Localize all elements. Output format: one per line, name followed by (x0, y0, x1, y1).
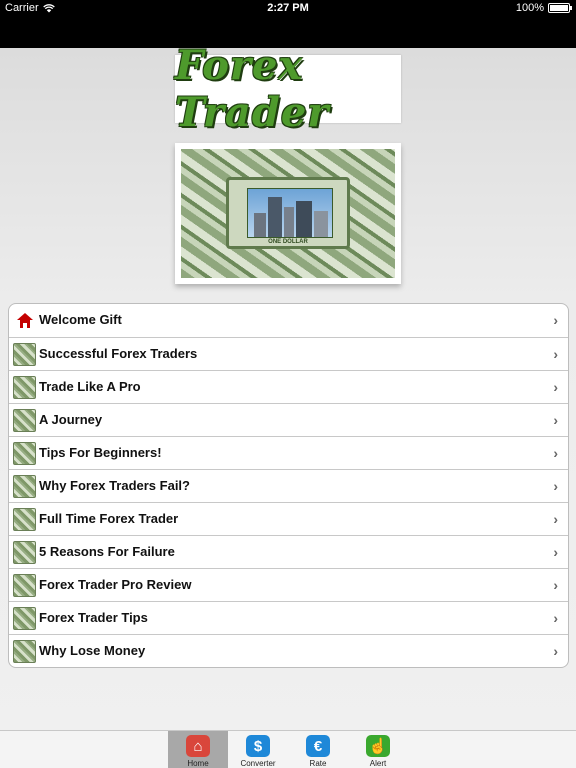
tab-bar: ⌂ Home $ Converter € Rate ☝ Alert (0, 730, 576, 768)
bill-caption: ONE DOLLAR (268, 239, 308, 245)
list-item-label: Welcome Gift (39, 312, 122, 327)
money-icon (13, 376, 36, 399)
menu-list: Welcome Gift › Successful Forex Traders › Tr… (8, 303, 569, 668)
money-icon (13, 607, 36, 630)
home-icon: ⌂ (186, 735, 210, 757)
chevron-right-icon: › (553, 379, 558, 395)
list-item[interactable]: A Journey › (9, 403, 568, 436)
chevron-right-icon: › (553, 511, 558, 527)
status-time: 2:27 PM (267, 2, 309, 14)
money-background: ONE DOLLAR (181, 149, 395, 278)
tab-label: Converter (240, 759, 276, 768)
chevron-right-icon: › (553, 412, 558, 428)
list-item[interactable]: Forex Trader Tips › (9, 601, 568, 634)
home-icon (13, 309, 36, 332)
list-item-label: Why Forex Traders Fail? (39, 478, 190, 493)
list-item-label: Forex Trader Pro Review (39, 577, 192, 592)
money-icon (13, 475, 36, 498)
list-item-label: Full Time Forex Trader (39, 511, 179, 526)
money-icon (13, 640, 36, 663)
list-item[interactable]: Successful Forex Traders › (9, 337, 568, 370)
list-item-label: Forex Trader Tips (39, 610, 148, 625)
battery-icon (548, 3, 572, 13)
city-skyline-image (247, 188, 333, 238)
tab-label: Rate (309, 759, 327, 768)
list-item-label: Tips For Beginners! (39, 445, 162, 460)
hand-pointer-icon: ☝ (366, 735, 390, 757)
list-item-label: Successful Forex Traders (39, 346, 198, 361)
list-item[interactable]: Why Lose Money › (9, 634, 568, 667)
money-icon (13, 343, 36, 366)
list-item-label: 5 Reasons For Failure (39, 544, 175, 559)
chevron-right-icon: › (553, 643, 558, 659)
money-icon (13, 442, 36, 465)
tab-label: Home (187, 759, 209, 768)
status-bar: Carrier 2:27 PM 100% (0, 0, 576, 48)
list-item[interactable]: Tips For Beginners! › (9, 436, 568, 469)
tab-home[interactable]: ⌂ Home (168, 731, 228, 768)
list-item[interactable]: Forex Trader Pro Review › (9, 568, 568, 601)
list-item-label: Why Lose Money (39, 643, 146, 658)
app-logo: Forex Trader (175, 42, 401, 136)
logo-text: Forex Trader (175, 42, 330, 136)
chevron-right-icon: › (553, 478, 558, 494)
euro-icon: € (306, 735, 330, 757)
tab-rate[interactable]: € Rate (288, 731, 348, 768)
battery-status: 100% (515, 2, 572, 14)
list-item[interactable]: Full Time Forex Trader › (9, 502, 568, 535)
battery-percent: 100% (515, 2, 544, 14)
list-item-label: A Journey (39, 412, 103, 427)
chevron-right-icon: › (553, 544, 558, 560)
tab-converter[interactable]: $ Converter (228, 731, 288, 768)
chevron-right-icon: › (553, 346, 558, 362)
money-icon (13, 508, 36, 531)
dollar-icon: $ (246, 735, 270, 757)
chevron-right-icon: › (553, 312, 558, 328)
money-icon (13, 409, 36, 432)
tab-label: Alert (369, 759, 387, 768)
chevron-right-icon: › (553, 577, 558, 593)
list-item[interactable]: Welcome Gift › (9, 304, 568, 337)
banner-image: ONE DOLLAR (175, 143, 401, 284)
chevron-right-icon: › (553, 610, 558, 626)
list-item[interactable]: Why Forex Traders Fail? › (9, 469, 568, 502)
chevron-right-icon: › (553, 445, 558, 461)
list-item-label: Trade Like A Pro (39, 379, 141, 394)
money-icon (13, 574, 36, 597)
list-item[interactable]: 5 Reasons For Failure › (9, 535, 568, 568)
list-item[interactable]: Trade Like A Pro › (9, 370, 568, 403)
dollar-bill-graphic: ONE DOLLAR (226, 177, 350, 249)
money-icon (13, 541, 36, 564)
tab-alert[interactable]: ☝ Alert (348, 731, 408, 768)
